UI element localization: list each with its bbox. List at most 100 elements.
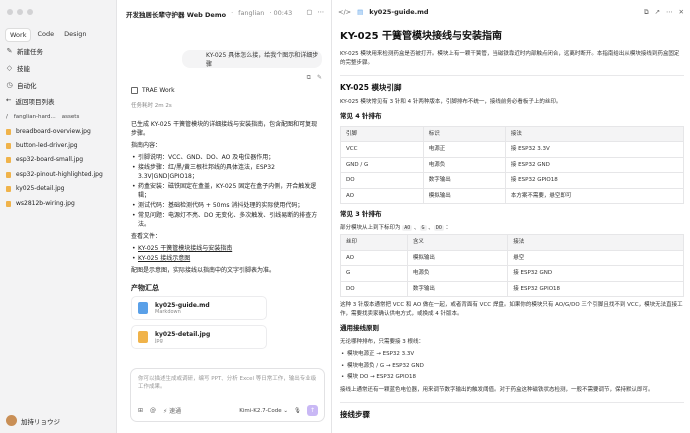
layout-icon[interactable]: ▢ (306, 8, 312, 16)
files-label: 查看文件： (131, 233, 162, 240)
table-cell: 数字输出 (422, 172, 506, 189)
document-tab[interactable]: </> ▤ ky025-guide.md (338, 8, 429, 16)
list-item: 模块电源负 / G → ESP32 GND (340, 362, 684, 371)
table-cell: 本方案不需要，悬空即可 (504, 187, 685, 204)
pin-table-4: 引脚 标识 接法 VCC 电源正接 ESP32 3.3V GND / G 电源负接 ES… (340, 125, 685, 205)
breadcrumb: / fanglian-hard... assets (6, 114, 79, 120)
speed-mode-label: 速通 (169, 408, 182, 415)
guide-link[interactable]: KY-025 干簧管模块接线与安装指南 (138, 245, 232, 252)
document-tab-label: ky025-guide.md (369, 8, 429, 16)
table-row: G 电源负接 ESP32 GND (340, 265, 684, 282)
close-icon[interactable]: ✕ (679, 8, 684, 17)
paragraph: 这种 3 针版本通常把 VCC 和 AO 做在一起，或者背面有 VCC 焊盘。如… (340, 302, 683, 317)
table-cell: 接 ESP32 GND (504, 156, 685, 173)
table-cell: 接 ESP32 GPIO18 (504, 172, 685, 189)
more-icon[interactable]: ⋯ (666, 8, 673, 17)
project-name: fanglian (238, 9, 265, 17)
table-cell: 接 ESP32 GND (507, 265, 684, 282)
file-item[interactable]: breadboard-overview.jpg (6, 128, 91, 135)
table-header: 接法 (507, 234, 684, 251)
document-panel: </> ▤ ky025-guide.md ⧉ ↗ ⋯ ✕ KY-025 干簧管模… (331, 0, 690, 433)
chat-input[interactable]: 你可以描述生成或调研，编写 PPT、分析 Excel 等日常工作，输出专业级工作… (130, 368, 325, 422)
diagram-link[interactable]: KY-025 接线示意图 (138, 255, 190, 262)
at-icon[interactable]: @ (150, 407, 156, 414)
crumb-project[interactable]: fanglian-hard... (14, 114, 56, 120)
table-cell: VCC (340, 141, 424, 158)
edit-icon: ✎ (6, 46, 13, 55)
table-cell: 模拟输出 (422, 187, 506, 204)
paragraph: KY-025 模块常见有 3 针和 4 针两种版本，引脚排布不统一，接线前务必看… (340, 98, 562, 105)
document-intro: KY-025 模块用来检测药盒是否被打开。模块上有一颗干簧管，当磁铁靠近时内部触… (340, 51, 680, 66)
nav-skills[interactable]: ◇ 技能 (6, 63, 30, 73)
pin-table-3: 丝印 含义 接法 AO 模拟输出 悬空 G 电源负接 ESP32 GND DO 数字输出接 … (340, 234, 684, 297)
response-note: 配图是示意图，实际接线以指南中的文字引脚表为准。 (131, 267, 276, 274)
artifacts-title: 产物汇总 (131, 284, 159, 292)
list-item: 模块电源正 → ESP32 3.3V (340, 350, 684, 359)
inline-code: AO (402, 224, 413, 231)
back-to-projects[interactable]: ← 返回项目列表 (6, 96, 54, 106)
artifact-card[interactable]: ky025-guide.md Markdown (131, 296, 267, 320)
file-item[interactable]: ky025-detail.jpg (6, 185, 64, 192)
table-cell: AO (340, 187, 424, 204)
table-header: 引脚 (340, 125, 424, 142)
file-name: breadboard-overview.jpg (16, 128, 91, 135)
crumb-root[interactable]: / (6, 114, 8, 120)
close-dot[interactable] (7, 9, 13, 15)
file-item[interactable]: button-led-driver.jpg (6, 142, 78, 149)
user-profile[interactable]: 加持リョウジ (6, 415, 60, 426)
copy-icon[interactable]: ⧉ (644, 8, 649, 17)
image-file-icon (6, 185, 11, 192)
table-cell: 电源正 (422, 141, 506, 158)
subsection-heading: 通用接线原则 (340, 324, 379, 332)
task-title: 开发独居长辈守护器 Web Demo (126, 11, 227, 19)
markdown-file-icon: ▤ (357, 8, 364, 16)
mode-switcher: Work Code Design (5, 28, 91, 42)
send-button[interactable]: ↑ (307, 405, 318, 416)
list-item: 常见问题：电源灯不亮、DO 无变化、多次触发、引线易断的排查方法。 (131, 211, 321, 229)
window-controls (7, 9, 33, 15)
image-file-icon (6, 171, 11, 178)
agent-name: TRAE Work (142, 87, 175, 94)
input-tools: ⊞ @ ⚡ 速通 (138, 406, 181, 415)
minimize-dot[interactable] (17, 9, 23, 15)
three-pin-desc: 部分模块从上到下标印为 (340, 224, 401, 231)
table-cell: G (340, 265, 408, 282)
file-item[interactable]: ws2812b-wiring.jpg (6, 200, 75, 207)
nav-automation-label: 自动化 (17, 82, 37, 90)
file-item[interactable]: esp32-pinout-highlighted.jpg (6, 171, 103, 178)
user-message: KY-025 具体怎么接，给我个图示和详细步骤 (182, 50, 322, 68)
table-cell: 接 ESP32 3.3V (504, 141, 685, 158)
message-actions: ⧉ ✎ (307, 74, 322, 82)
maximize-dot[interactable] (27, 9, 33, 15)
attach-icon[interactable]: ⊞ (138, 407, 143, 414)
more-icon[interactable]: ⋯ (318, 8, 325, 16)
speed-mode[interactable]: ⚡ 速通 (163, 406, 181, 415)
chat-title: 开发独居长辈守护器 Web Demo · fanglian · 00:43 (126, 9, 292, 19)
copy-icon[interactable]: ⧉ (307, 74, 311, 82)
mode-work[interactable]: Work (5, 28, 32, 42)
mic-icon[interactable]: 🎙 (294, 408, 301, 414)
file-name: ky025-detail.jpg (16, 185, 65, 192)
nav-new-task[interactable]: ✎ 新建任务 (6, 46, 43, 56)
table-row: DO 数字输出接 ESP32 GPIO18 (340, 280, 684, 297)
crumb-assets[interactable]: assets (62, 114, 80, 120)
file-name: esp32-pinout-highlighted.jpg (16, 171, 103, 178)
table-cell: 模拟输出 (406, 249, 509, 266)
code-icon: </> (338, 8, 352, 16)
nav-automation[interactable]: ◷ 自动化 (6, 80, 37, 90)
artifact-card[interactable]: ky025-detail.jpg jpg (131, 325, 267, 349)
subsection-heading: 常见 4 针排布 (340, 112, 382, 120)
list-item: KY-025 干簧管模块接线与安装指南 (131, 244, 321, 253)
user-name: 加持リョウジ (21, 417, 60, 426)
model-selector[interactable]: Kimi-K2.7-Code ⌄ (239, 408, 288, 414)
file-links: KY-025 干簧管模块接线与安装指南 KY-025 接线示意图 (131, 244, 321, 263)
external-icon[interactable]: ↗ (655, 8, 660, 17)
file-item[interactable]: esp32-board-small.jpg (6, 156, 83, 163)
document-content: KY-025 干簧管模块接线与安装指南 KY-025 模块用来检测药盒是否被打开… (340, 30, 685, 425)
mode-code[interactable]: Code (33, 28, 58, 42)
content-label: 指南内容： (131, 142, 162, 149)
mode-design[interactable]: Design (60, 28, 90, 42)
list-item: 药盒安装：磁铁固定在盒盖，KY-025 固定在盒子内侧，开合触发逻辑； (131, 182, 321, 200)
table-cell: AO (340, 249, 408, 266)
edit-icon[interactable]: ✎ (317, 74, 322, 82)
